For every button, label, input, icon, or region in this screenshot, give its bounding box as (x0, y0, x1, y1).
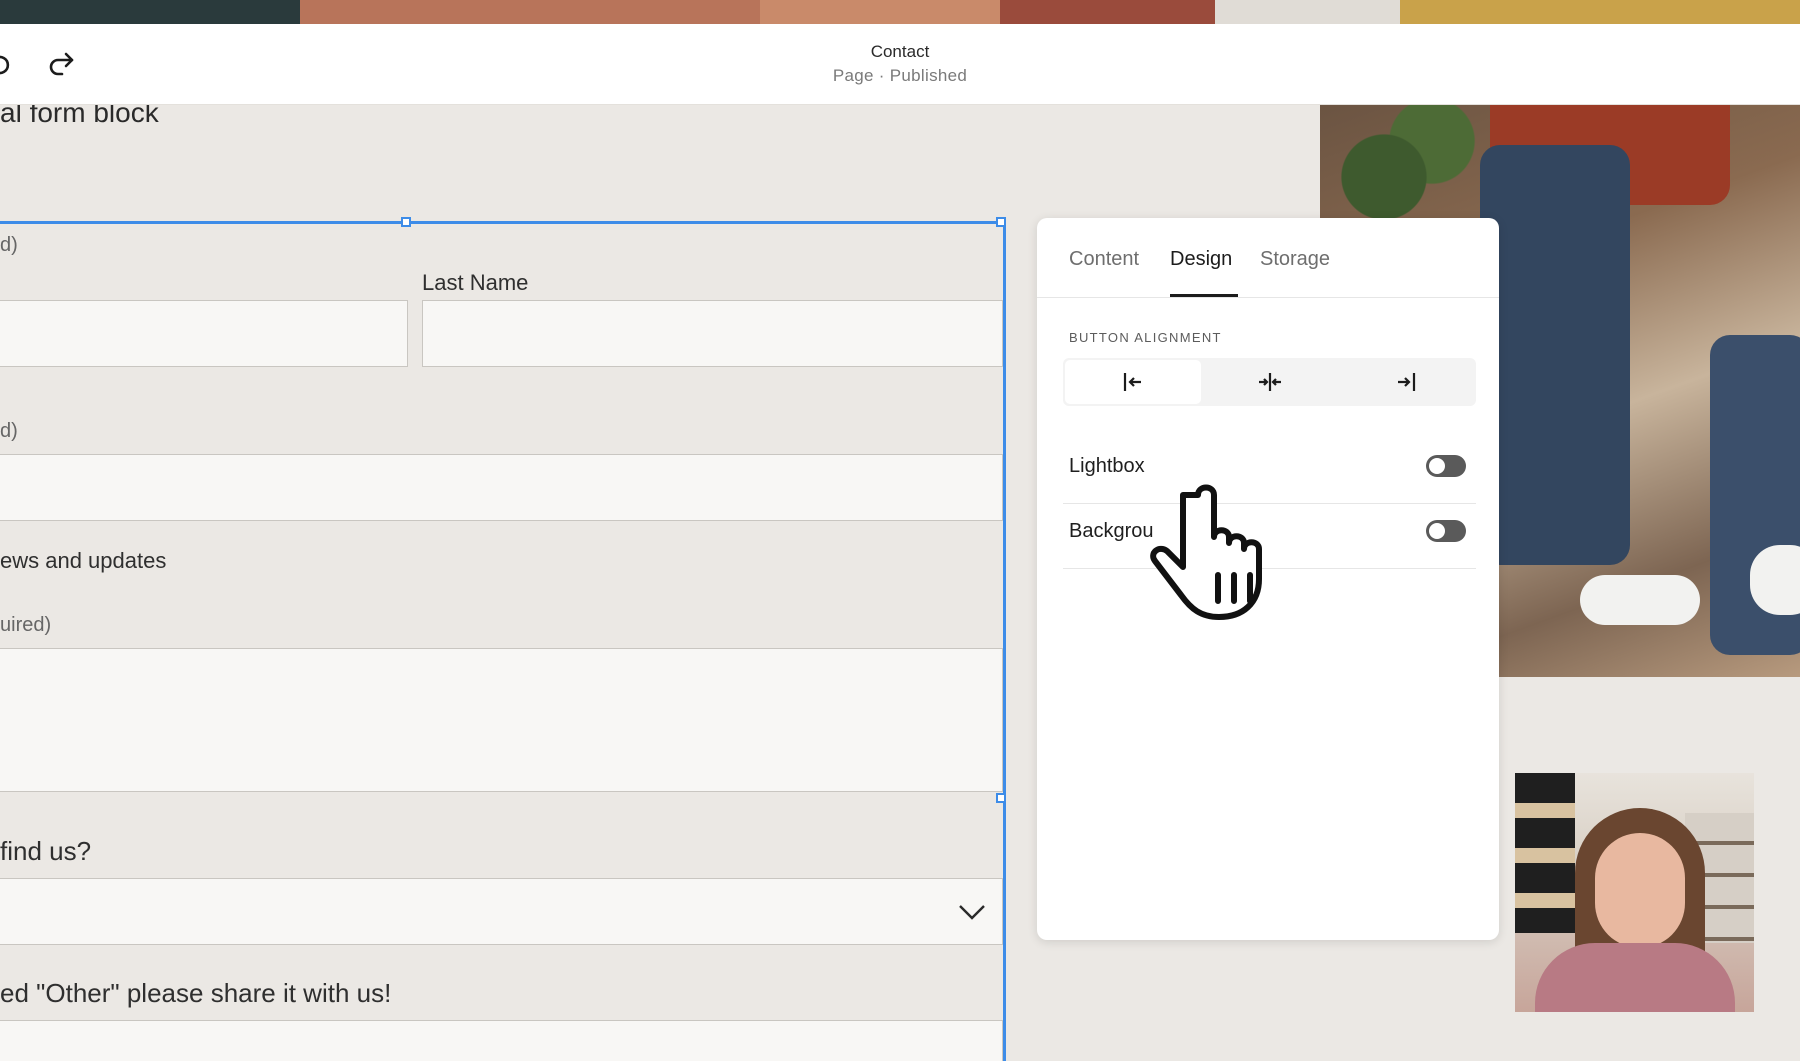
tab-content[interactable]: Content (1069, 248, 1139, 271)
presenter-body (1535, 943, 1735, 1012)
chevron-down-icon (959, 905, 985, 920)
plant-decoration (1320, 105, 1480, 225)
button-alignment-heading: BUTTON ALIGNMENT (1069, 330, 1222, 345)
find-us-label: find us? (0, 836, 92, 866)
other-source-input[interactable] (0, 1020, 1003, 1061)
align-center-button[interactable] (1202, 360, 1338, 404)
wall-art (1515, 773, 1575, 933)
editor-toolbar: Contact Page · Published (0, 24, 1800, 105)
resize-handle-right[interactable] (996, 793, 1006, 803)
align-left-icon (1123, 373, 1141, 391)
background-label: Backgrou (1069, 520, 1154, 542)
photo-jeans (1480, 145, 1630, 565)
form-block-selection[interactable]: d) Last Name d) ews and updates uired) f… (0, 217, 1006, 1061)
tab-storage[interactable]: Storage (1260, 248, 1330, 271)
presenter-webcam (1515, 773, 1754, 1012)
form-block-heading: al form block (0, 105, 159, 128)
lightbox-toggle[interactable] (1426, 455, 1466, 477)
hand-pointer-cursor-icon (1150, 484, 1262, 620)
photo-sneaker (1580, 575, 1700, 625)
newsletter-checkbox-label[interactable]: ews and updates (0, 548, 166, 574)
photo-sneaker-second (1750, 545, 1800, 615)
message-textarea[interactable] (0, 648, 1003, 792)
align-right-icon (1398, 373, 1416, 391)
last-name-input[interactable] (422, 300, 1003, 367)
toggle-knob (1429, 523, 1445, 539)
top-banner-image (0, 0, 1800, 24)
presenter-face (1595, 833, 1685, 948)
page-title: Contact (870, 42, 930, 61)
lightbox-label: Lightbox (1069, 455, 1145, 477)
resize-handle-top-right[interactable] (996, 217, 1006, 227)
first-name-input[interactable] (0, 300, 408, 367)
align-left-button[interactable] (1065, 360, 1201, 404)
other-source-label: ed "Other" please share it with us! (0, 978, 392, 1008)
tab-design[interactable]: Design (1170, 248, 1232, 271)
last-name-label: Last Name (422, 270, 529, 295)
message-required-note: uired) (0, 614, 52, 636)
page-status: Page · Published (832, 66, 968, 85)
align-center-icon (1259, 373, 1281, 391)
find-us-select[interactable] (0, 878, 1003, 945)
first-name-required-note: d) (0, 234, 18, 256)
button-alignment-control (1063, 358, 1476, 406)
toggle-knob (1429, 458, 1445, 474)
email-input[interactable] (0, 454, 1003, 521)
background-toggle[interactable] (1426, 520, 1466, 542)
align-right-button[interactable] (1338, 360, 1474, 404)
tab-divider (1037, 297, 1499, 298)
resize-handle-top[interactable] (401, 217, 411, 227)
email-required-note: d) (0, 420, 18, 442)
